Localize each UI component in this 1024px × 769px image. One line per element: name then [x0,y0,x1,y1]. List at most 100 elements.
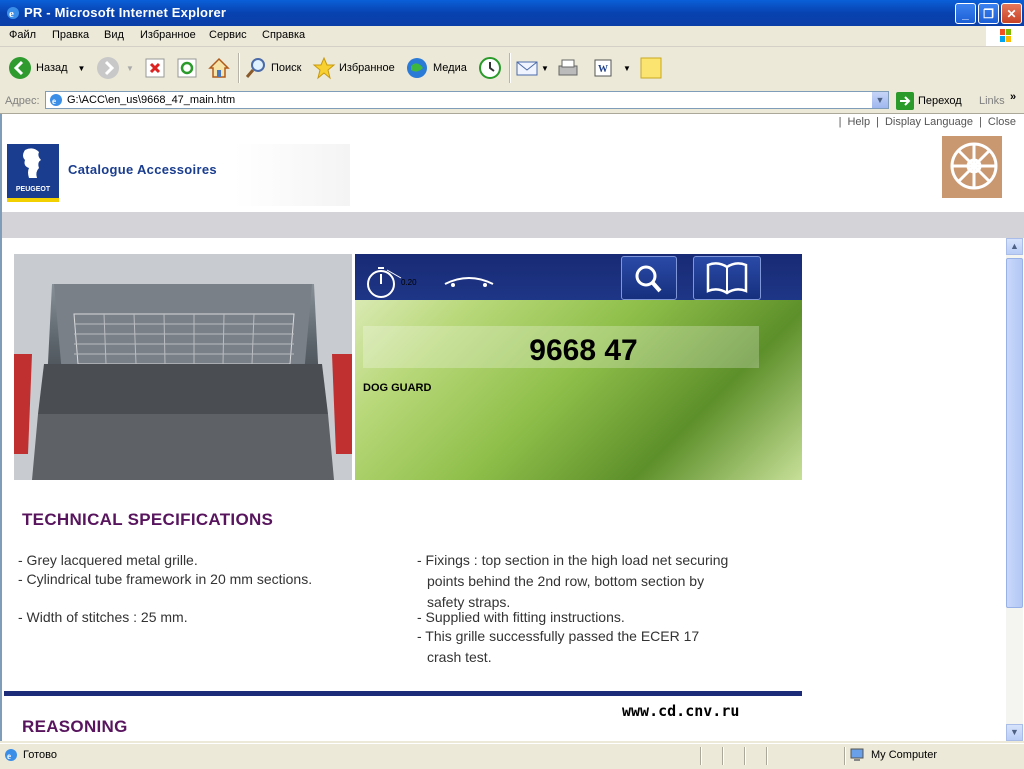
stop-button[interactable] [144,56,166,80]
book-icon [706,262,748,295]
catalogue-title: Catalogue Accessoires [68,162,217,177]
address-url: G:\ACC\en_us\9668_47_main.htm [67,94,236,106]
spec-item: - Grey lacquered metal grille. [18,552,198,568]
svg-text:e: e [9,8,14,20]
page-status-icon: e [5,749,17,761]
logo-underline [7,198,59,202]
part-name: DOG GUARD [363,382,432,394]
website-watermark: www.cd.cnv.ru [622,702,740,720]
search-button[interactable]: Поиск [244,56,301,80]
mail-dropdown-icon[interactable]: ▼ [541,64,549,73]
mail-icon [516,61,538,76]
back-dropdown-icon[interactable]: ▼ [78,64,86,73]
scroll-down-icon[interactable]: ▼ [1006,724,1023,741]
note-icon [640,57,662,79]
close-window-button[interactable]: ✕ [1001,3,1022,24]
forward-button[interactable]: ▼ [96,56,134,80]
spec-item: - Fixings : top section in the high load… [417,552,729,568]
home-button[interactable] [207,56,231,80]
maximize-button[interactable]: ❐ [978,3,999,24]
chevron-right-icon[interactable]: » [1010,91,1016,103]
media-button[interactable]: Медиа [405,56,467,80]
search-icon [245,58,265,78]
scroll-up-icon[interactable]: ▲ [1006,238,1023,255]
favorites-label: Избранное [339,62,395,74]
history-icon [479,57,501,79]
spec-item-continued: points behind the 2nd row, bottom sectio… [427,573,705,589]
status-text: Готово [23,749,57,761]
menu-help[interactable]: Справка [262,29,305,41]
address-input[interactable]: e G:\ACC\en_us\9668_47_main.htm ▼ [45,91,889,109]
wheel-icon [950,142,998,190]
close-link[interactable]: Close [988,116,1016,128]
edit-dropdown-icon[interactable]: ▼ [623,64,631,73]
home-icon [208,57,230,78]
spec-item: - Width of stitches : 25 mm. [18,609,188,625]
catalogue-book-button[interactable] [693,256,761,300]
peugeot-logo: PEUGEOT [7,144,59,202]
go-label: Переход [918,95,962,107]
ie-icon: e [7,7,19,20]
go-button[interactable]: Переход [896,92,962,110]
edit-button[interactable]: W ▼ [593,56,631,80]
logo-text: PEUGEOT [15,186,51,193]
messenger-button[interactable] [639,56,663,80]
history-button[interactable] [478,56,502,80]
back-button[interactable]: Назад ▼ [8,56,85,80]
go-arrow-icon [896,92,914,110]
spec-item: - Cylindrical tube framework in 20 mm se… [18,571,313,587]
car-trunk-image [14,254,352,480]
menu-file[interactable]: Файл [9,29,36,41]
forward-dropdown-icon[interactable]: ▼ [126,64,134,73]
star-icon [312,56,336,80]
back-label: Назад [36,62,68,74]
help-link[interactable]: Help [847,116,870,128]
back-arrow-icon [9,57,31,79]
print-button[interactable] [556,56,580,80]
product-panel: 0.20 9668 47 DOG GUARD [355,254,802,480]
technical-specifications-heading: TECHNICAL SPECIFICATIONS [22,510,274,529]
mail-button[interactable]: ▼ [515,56,549,80]
refresh-icon [177,58,197,78]
address-dropdown-icon[interactable]: ▼ [872,92,888,108]
wheel-logo [942,136,1002,198]
media-label: Медиа [433,62,467,74]
menu-favorites[interactable]: Избранное [140,29,196,41]
links-toolbar[interactable]: Links [979,95,1005,107]
svg-text:W: W [598,64,608,75]
status-zone: My Computer [850,748,937,762]
menu-edit[interactable]: Правка [52,29,89,41]
car-profile-icon [444,277,494,287]
favorites-button[interactable]: Избранное [312,56,395,80]
title-bar: e PR - Microsoft Internet Explorer _ ❐ ✕ [0,0,1024,26]
scroll-thumb[interactable] [1006,258,1023,608]
minimize-button[interactable]: _ [955,3,976,24]
zone-text: My Computer [871,749,938,761]
menu-view[interactable]: Вид [104,29,124,41]
refresh-button[interactable] [176,56,198,80]
stopwatch-icon [367,267,402,298]
zoom-button[interactable] [621,256,677,300]
magnifier-icon [635,265,662,293]
status-bar: e Готово My Computer [0,743,1024,769]
reasoning-heading: REASONING [22,717,128,736]
display-language-link[interactable]: Display Language [885,116,973,128]
windows-logo [986,26,1024,46]
page-icon: e [50,94,62,106]
top-links: | Help | Display Language | Close [838,116,1016,128]
status-ready: e Готово [4,748,57,762]
lion-icon [23,148,41,178]
svg-text:e: e [7,751,11,761]
windows-flag-icon [1000,29,1011,42]
product-photo [14,254,352,480]
media-icon [407,58,427,78]
menu-bar: Файл Правка Вид Избранное Сервис Справка [0,26,1024,47]
stop-icon [145,58,165,78]
vertical-scrollbar[interactable]: ▲ ▼ [1006,238,1023,741]
toolbar: Назад ▼ ▼ Поиск Избранное Медиа ▼ W ▼ [0,47,1024,90]
part-number: 9668 47 [529,334,638,367]
menu-tools[interactable]: Сервис [209,29,247,41]
svg-text:e: e [52,96,56,106]
spec-item: - This grille successfully passed the EC… [417,628,700,644]
address-bar: Адрес: e G:\ACC\en_us\9668_47_main.htm ▼… [0,89,1024,114]
